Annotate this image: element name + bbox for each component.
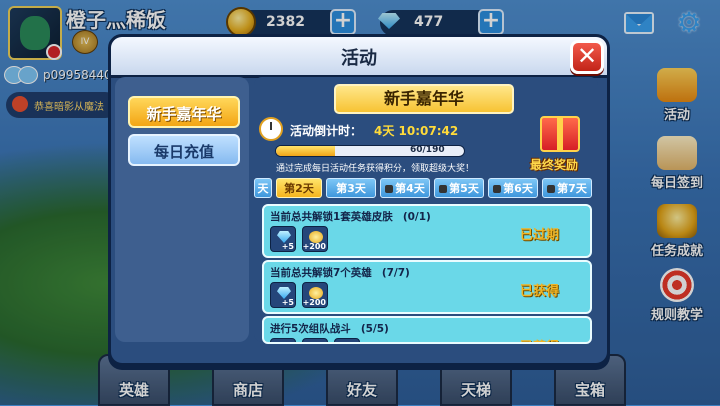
day-label: 第2天 [284,182,314,195]
task-progress: (0/1) [402,211,431,223]
reward-count: +200 [302,242,326,251]
event-banner: 新手嘉年华 [334,84,514,114]
tab-day-1[interactable]: 天 [254,178,272,198]
day-label: 第4天 [395,182,425,195]
day-label: 天 [257,182,269,195]
tab-day-2[interactable]: 第2天 [276,178,322,198]
reward-gem-item[interactable]: +5 [270,282,296,308]
lock-icon [439,185,448,193]
clock-icon [259,117,283,141]
tab-daily-recharge[interactable]: 每日充值 [128,134,240,166]
day-label: 第3天 [336,182,366,195]
task-progress: (7/7) [381,267,410,279]
tab-day-5[interactable]: 第5天 [434,178,484,198]
reward-count: +200 [302,298,326,307]
reward-gold-item[interactable]: +200 [302,282,328,308]
reward-gem-item[interactable]: +5 [270,226,296,252]
lock-icon [385,185,394,193]
day-label: 第7天 [557,182,587,195]
reward-count: +5 [281,242,294,251]
reward-gold-item[interactable]: +200 [302,226,328,252]
lock-icon [547,185,556,193]
reward-item[interactable] [302,338,328,342]
reward-item[interactable] [270,338,296,342]
tab-day-3[interactable]: 第3天 [326,178,376,198]
task-row: 当前总共解锁1套英雄皮肤 (0/1) +5 +200 已过期 [262,204,592,258]
task-row: 当前总共解锁7个英雄 (7/7) +5 +200 已获得 [262,260,592,314]
final-reward-label: 最终奖励 [530,158,579,172]
close-button[interactable]: ✕ [570,40,604,74]
countdown-value: 4天 10:07:42 [374,124,459,138]
task-progress: (5/5) [360,323,389,335]
day-tabs: 天 第2天 第3天 第4天 第5天 第6天 第7天 [254,178,594,200]
task-name: 当前总共解锁1套英雄皮肤 [270,211,393,223]
progress-fill [276,146,336,156]
task-status: 已获得 [520,284,560,299]
day-label: 第5天 [449,182,479,195]
task-title: 当前总共解锁1套英雄皮肤 (0/1) [270,209,431,224]
tab-day-7[interactable]: 第7天 [542,178,592,198]
modal-title: 活动 [341,48,377,69]
reward-count: +5 [281,298,294,307]
task-row: 进行5次组队战斗 (5/5) 已获得 [262,316,592,344]
task-status: 已获得 [520,336,559,342]
countdown-label: 活动倒计时： [290,124,363,138]
task-title: 当前总共解锁7个英雄 (7/7) [270,265,410,280]
task-title: 进行5次组队战斗 (5/5) [270,321,389,336]
tab-newbie-carnival[interactable]: 新手嘉年华 [128,96,240,128]
modal-header: 活动 [111,37,607,78]
gift-box-icon[interactable] [540,116,580,152]
event-hint: 通过完成每日活动任务获得积分，领取超级大奖！ [276,164,475,174]
progress-text: 60/190 [410,145,445,155]
task-name: 当前总共解锁7个英雄 [270,267,372,279]
tab-day-4[interactable]: 第4天 [380,178,430,198]
lock-icon [493,185,502,193]
tab-day-6[interactable]: 第6天 [488,178,538,198]
day-label: 第6天 [503,182,533,195]
task-name: 进行5次组队战斗 [270,323,351,335]
task-status: 已过期 [520,228,560,243]
reward-item[interactable] [334,338,360,342]
